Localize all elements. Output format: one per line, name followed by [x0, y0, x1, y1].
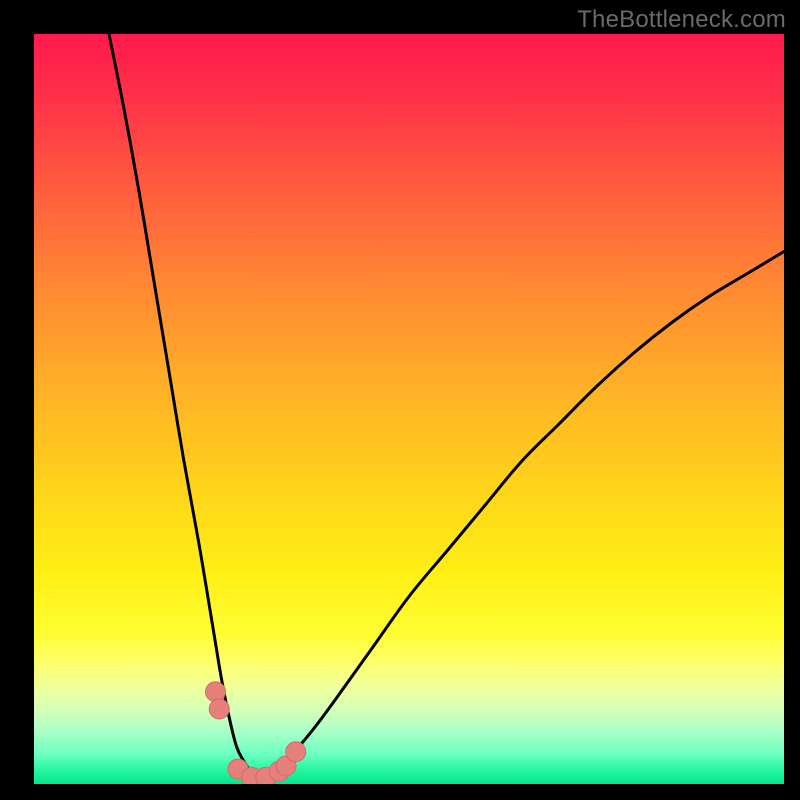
chart-frame: TheBottleneck.com — [0, 0, 800, 800]
highlight-markers — [206, 682, 306, 784]
curve-layer — [34, 34, 784, 784]
curve-left-branch — [109, 34, 259, 780]
highlight-point — [209, 699, 229, 719]
bottleneck-curve — [109, 34, 784, 780]
highlight-point — [206, 682, 226, 702]
watermark-text: TheBottleneck.com — [577, 6, 786, 34]
highlight-point — [286, 742, 306, 762]
plot-area — [34, 34, 784, 784]
curve-right-branch — [259, 252, 784, 781]
